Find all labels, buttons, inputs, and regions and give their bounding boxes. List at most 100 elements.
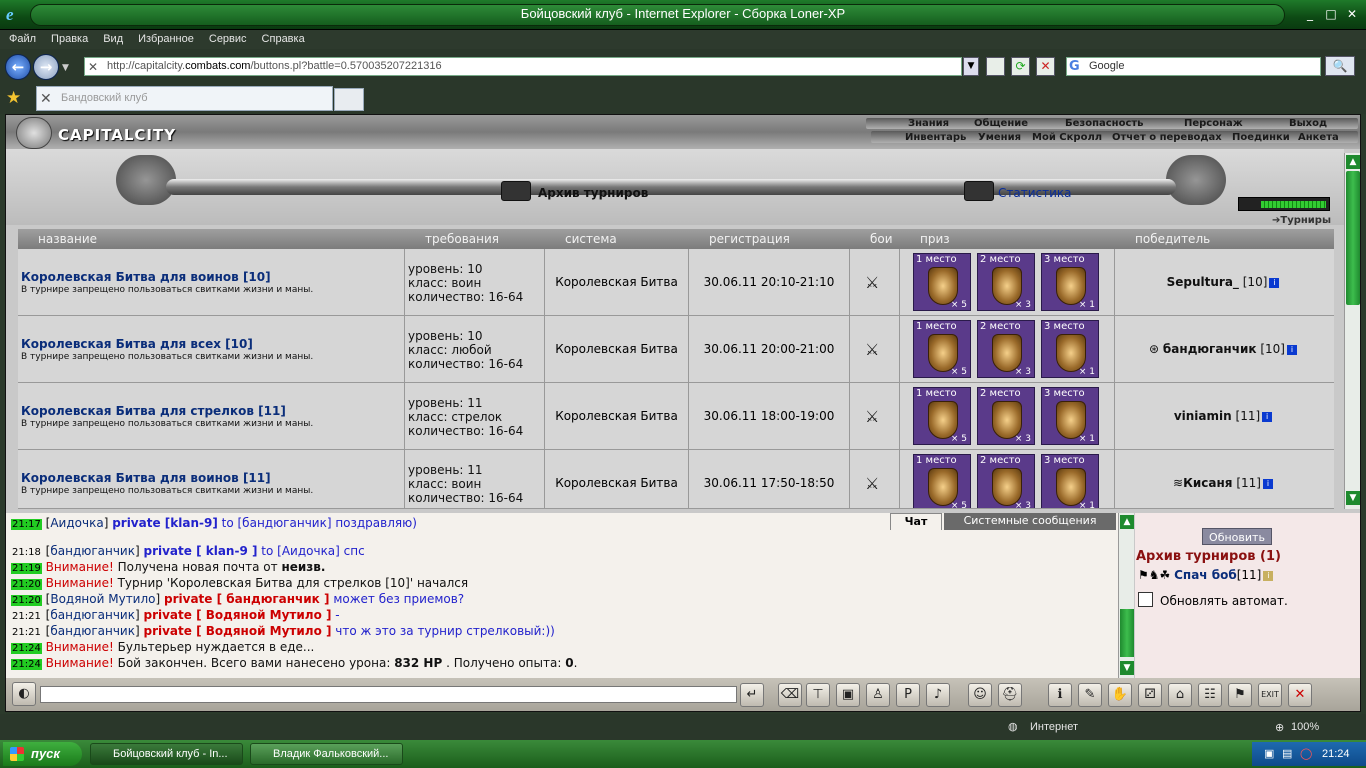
tray-network-icon[interactable]: ▣: [1264, 742, 1274, 766]
chat-text[interactable]: private [ бандюганчик ]: [164, 592, 330, 606]
prize-item[interactable]: 1 место × 5: [913, 387, 971, 445]
maximize-button[interactable]: □: [1322, 6, 1340, 22]
player-info-icon[interactable]: i: [1263, 571, 1274, 581]
prize-item[interactable]: 1 место × 5: [913, 253, 971, 311]
prize-item[interactable]: 2 место × 3: [977, 454, 1035, 508]
search-input[interactable]: Google: [1066, 57, 1321, 76]
prize-item[interactable]: 1 место × 5: [913, 454, 971, 508]
search-button[interactable]: 🔍: [1325, 56, 1355, 76]
col-prize[interactable]: приз: [920, 232, 950, 246]
minimize-button[interactable]: _: [1301, 6, 1319, 22]
helmet-icon[interactable]: ⛑: [998, 683, 1022, 707]
browser-tab[interactable]: Бандовский клуб: [36, 86, 333, 111]
chat-scroll-up-icon[interactable]: ▲: [1120, 515, 1134, 529]
speaker-icon[interactable]: ◐: [12, 682, 36, 706]
chat-input[interactable]: [40, 686, 737, 703]
prize-item[interactable]: 3 место × 1: [1041, 320, 1099, 378]
menu-file[interactable]: Файл: [0, 30, 42, 45]
nav-skills[interactable]: Умения: [978, 132, 1021, 144]
nav-transfer-report[interactable]: Отчет о переводах: [1112, 132, 1222, 144]
col-name[interactable]: название: [38, 232, 97, 246]
chat-timestamp[interactable]: 21:18: [11, 547, 42, 558]
info-icon[interactable]: i: [1286, 345, 1297, 355]
new-tab-button[interactable]: [334, 88, 364, 111]
chat-text[interactable]: private [ Водяной Мутило ]: [143, 624, 331, 638]
compat-view-icon[interactable]: [986, 57, 1005, 76]
fighter-icon[interactable]: ♙: [866, 683, 890, 707]
scroll-down-icon[interactable]: ▼: [1346, 491, 1360, 505]
nav-duels[interactable]: Поединки: [1232, 132, 1290, 144]
prize-item[interactable]: 2 место × 3: [977, 253, 1035, 311]
nav-communication[interactable]: Общение: [974, 118, 1028, 130]
battles-icon[interactable]: ⚔: [865, 474, 879, 493]
eraser-icon[interactable]: ⌫: [778, 683, 802, 707]
zoom-icon[interactable]: ⊕: [1275, 721, 1284, 734]
chat-text[interactable]: private [ klan-9 ]: [143, 544, 257, 558]
chat-nick[interactable]: Водяной Мутило: [50, 592, 155, 606]
back-button[interactable]: ←: [5, 54, 31, 80]
zoom-level[interactable]: 100%: [1291, 721, 1319, 733]
shop-icon[interactable]: ⌂: [1168, 683, 1192, 707]
chat-nick[interactable]: бандюганчик: [50, 624, 135, 638]
chat-scroll-thumb[interactable]: [1120, 609, 1134, 657]
nav-character[interactable]: Персонаж: [1184, 118, 1243, 130]
nav-inventory[interactable]: Инвентарь: [905, 132, 966, 144]
site-logo[interactable]: CAPITALCITY: [14, 117, 186, 149]
nav-exit[interactable]: Выход: [1289, 118, 1327, 130]
nav-security[interactable]: Безопасность: [1065, 118, 1144, 130]
exit-icon[interactable]: EXIT: [1258, 683, 1282, 707]
menu-favorites[interactable]: Избранное: [129, 30, 200, 45]
scroll-up-icon[interactable]: ▲: [1346, 155, 1360, 169]
favorites-star-icon[interactable]: ★: [6, 88, 21, 108]
history-dropdown-icon[interactable]: ▼: [62, 63, 69, 73]
info-tool-icon[interactable]: ℹ: [1048, 683, 1072, 707]
player-name[interactable]: Спач боб: [1174, 568, 1237, 582]
address-dropdown-icon[interactable]: ▼: [963, 57, 979, 76]
col-battles[interactable]: бои: [870, 232, 893, 246]
nav-my-scroll[interactable]: Мой Скролл: [1032, 132, 1102, 144]
chat-nick[interactable]: бандюганчик: [50, 544, 135, 558]
winner-name[interactable]: viniamin: [1174, 409, 1232, 423]
forward-button[interactable]: →: [33, 54, 59, 80]
chat-nick[interactable]: бандюганчик: [50, 608, 135, 622]
col-requirements[interactable]: требования: [425, 232, 499, 246]
menu-tools[interactable]: Сервис: [200, 30, 253, 45]
send-icon[interactable]: ↵: [740, 683, 764, 707]
refresh-button[interactable]: Обновить: [1202, 528, 1272, 545]
tab-system-messages[interactable]: Системные сообщения: [944, 513, 1116, 530]
task-firefox[interactable]: Владик Фальковский...: [250, 743, 403, 765]
scroll-thumb[interactable]: [1346, 171, 1360, 305]
prize-item[interactable]: 2 место × 3: [977, 387, 1035, 445]
battles-icon[interactable]: ⚔: [865, 340, 879, 359]
menu-view[interactable]: Вид: [94, 30, 129, 45]
chat-timestamp[interactable]: 21:21: [11, 611, 42, 622]
chat-timestamp[interactable]: 21:21: [11, 627, 42, 638]
tournament-name[interactable]: Королевская Битва для воинов [10]: [21, 270, 404, 284]
chat-text[interactable]: private [klan-9]: [112, 516, 218, 530]
info-icon[interactable]: i: [1262, 479, 1273, 489]
col-system[interactable]: система: [565, 232, 617, 246]
sound-icon[interactable]: ♪: [926, 683, 950, 707]
menu-edit[interactable]: Правка: [42, 30, 94, 45]
chat-timestamp[interactable]: 21:17: [11, 519, 42, 530]
col-registration[interactable]: регистрация: [709, 232, 790, 246]
hand-icon[interactable]: ✋: [1108, 683, 1132, 707]
tournaments-link[interactable]: ➔Турниры: [1272, 215, 1331, 226]
page-scrollbar[interactable]: ▲ ▼: [1344, 153, 1360, 509]
tray-monitor-icon[interactable]: ▤: [1282, 742, 1292, 766]
chat-timestamp[interactable]: 21:20: [11, 595, 42, 606]
prize-item[interactable]: 1 место × 5: [913, 320, 971, 378]
chat-timestamp[interactable]: 21:20: [11, 579, 42, 590]
chat-scrollbar[interactable]: ▲ ▼: [1118, 513, 1134, 678]
task-ie[interactable]: Бойцовский клуб - In...: [90, 743, 243, 765]
battles-icon[interactable]: ⚔: [865, 273, 879, 292]
menu-help[interactable]: Справка: [253, 30, 311, 45]
chat-nick[interactable]: Аидочка: [50, 516, 103, 530]
flag-icon[interactable]: ⚑: [1228, 683, 1252, 707]
stats-link[interactable]: Статистика: [998, 186, 1072, 200]
battles-icon[interactable]: ⚔: [865, 407, 879, 426]
chat-scroll-down-icon[interactable]: ▼: [1120, 661, 1134, 675]
smile-icon[interactable]: ☺: [968, 683, 992, 707]
address-bar[interactable]: http://capitalcity.combats.com/buttons.p…: [84, 57, 962, 76]
info-icon[interactable]: i: [1269, 278, 1280, 288]
